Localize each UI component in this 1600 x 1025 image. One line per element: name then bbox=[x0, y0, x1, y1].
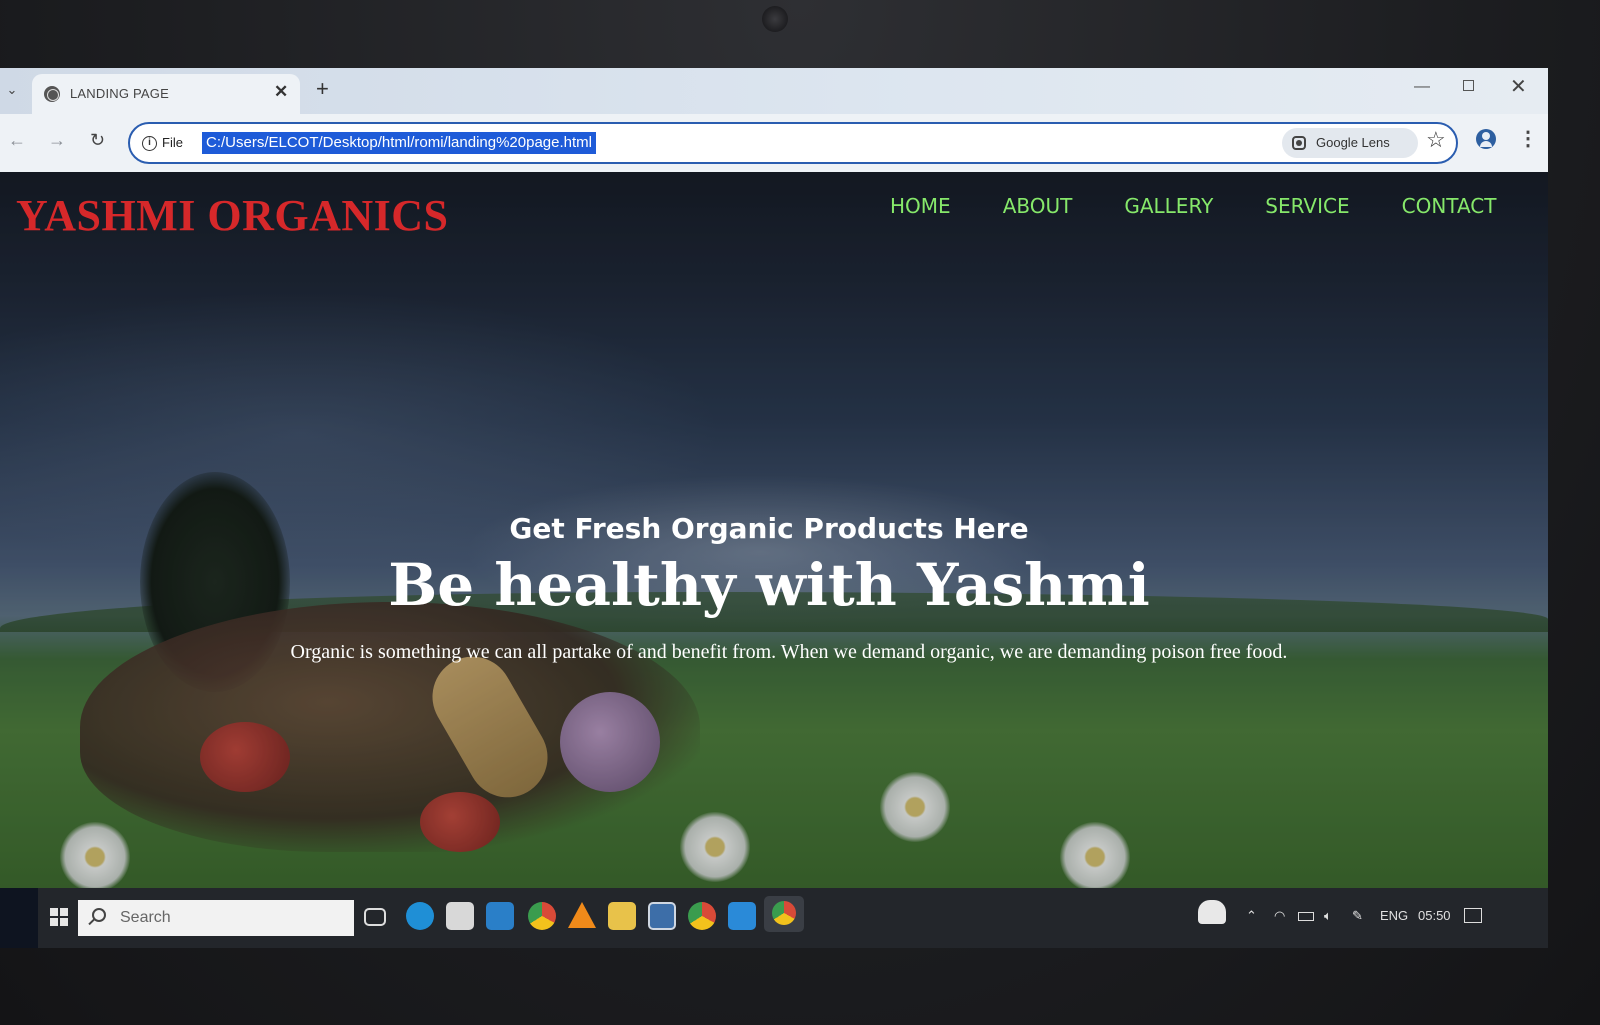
info-icon[interactable]: i bbox=[142, 136, 157, 151]
hero-subtitle: Get Fresh Organic Products Here bbox=[509, 512, 1029, 545]
lens-icon bbox=[1292, 136, 1306, 150]
hero-section: Get Fresh Organic Products Here Be healt… bbox=[0, 512, 1548, 664]
profile-icon[interactable] bbox=[1476, 129, 1496, 149]
windows-taskbar: Search ⌃ ◠ 🔈︎ ✎ ENG 05:50 bbox=[38, 888, 1548, 948]
chevron-up-icon[interactable]: ⌃ bbox=[1246, 908, 1257, 924]
clock-time[interactable]: 05:50 bbox=[1418, 908, 1451, 923]
forward-arrow-icon[interactable]: → bbox=[48, 130, 66, 151]
url-text[interactable]: C:/Users/ELCOT/Desktop/html/romi/landing… bbox=[202, 132, 596, 154]
battery-icon[interactable] bbox=[1298, 912, 1314, 921]
page-viewport: YASHMI ORGANICS HOME ABOUT GALLERY SERVI… bbox=[0, 172, 1548, 888]
browser-toolbar: ← → ↻ i File C:/Users/ELCOT/Desktop/html… bbox=[0, 114, 1548, 172]
wifi-icon[interactable]: ◠ bbox=[1274, 908, 1285, 924]
search-icon bbox=[92, 908, 106, 922]
volume-icon[interactable]: 🔈︎ bbox=[1324, 908, 1332, 924]
taskbar-search-box[interactable]: Search bbox=[78, 900, 354, 936]
search-placeholder: Search bbox=[120, 909, 171, 926]
pen-icon[interactable]: ✎ bbox=[1352, 908, 1363, 924]
chrome-icon bbox=[772, 901, 796, 925]
brand-logo[interactable]: YASHMI ORGANICS bbox=[16, 190, 449, 241]
photos-icon[interactable] bbox=[648, 902, 676, 930]
minimize-icon[interactable]: — bbox=[1414, 78, 1430, 96]
vlc-icon[interactable] bbox=[568, 902, 596, 928]
reload-icon[interactable]: ↻ bbox=[90, 130, 105, 151]
nav-service-link[interactable]: SERVICE bbox=[1265, 194, 1349, 218]
nav-home-link[interactable]: HOME bbox=[890, 194, 951, 218]
tab-landing-page[interactable]: LANDING PAGE ✕ bbox=[32, 74, 300, 114]
webcam bbox=[762, 6, 788, 32]
tab-title: LANDING PAGE bbox=[70, 86, 169, 101]
globe-icon bbox=[44, 86, 60, 102]
nav-gallery-link[interactable]: GALLERY bbox=[1124, 194, 1213, 218]
site-header: YASHMI ORGANICS HOME ABOUT GALLERY SERVI… bbox=[0, 172, 1548, 282]
hero-description: Organic is something we can all partake … bbox=[290, 641, 1288, 663]
restore-icon[interactable] bbox=[1463, 80, 1474, 91]
google-lens-label: Google Lens bbox=[1316, 135, 1390, 150]
windows-start-icon[interactable] bbox=[50, 908, 68, 926]
notification-icon[interactable] bbox=[1464, 908, 1482, 923]
weather-icon[interactable] bbox=[1198, 900, 1226, 924]
task-view-icon[interactable] bbox=[364, 908, 386, 926]
edge-icon[interactable] bbox=[406, 902, 434, 930]
tab-search-chevron-icon[interactable]: ⌄ bbox=[2, 82, 22, 102]
close-icon[interactable]: ✕ bbox=[1510, 74, 1527, 99]
hero-title: Be healthy with Yashmi bbox=[388, 551, 1150, 619]
back-arrow-icon[interactable]: ← bbox=[8, 130, 26, 151]
google-lens-button[interactable]: Google Lens bbox=[1282, 128, 1418, 158]
nav-contact-link[interactable]: CONTACT bbox=[1402, 194, 1497, 218]
language-indicator[interactable]: ENG bbox=[1380, 908, 1408, 923]
tab-close-icon[interactable]: ✕ bbox=[274, 82, 288, 102]
address-bar[interactable]: i File C:/Users/ELCOT/Desktop/html/romi/… bbox=[128, 122, 1458, 164]
security-chip[interactable]: File bbox=[162, 135, 183, 150]
chrome-active-app[interactable] bbox=[764, 896, 804, 932]
mail-icon[interactable] bbox=[486, 902, 514, 930]
chrome-icon[interactable] bbox=[528, 902, 556, 930]
screen: ⌄ LANDING PAGE ✕ + — ✕ ← → ↻ i File C:/U… bbox=[0, 68, 1548, 948]
chrome-icon[interactable] bbox=[688, 902, 716, 930]
store-icon[interactable] bbox=[446, 902, 474, 930]
site-nav-menu: HOME ABOUT GALLERY SERVICE CONTACT bbox=[890, 194, 1548, 218]
file-explorer-icon[interactable] bbox=[608, 902, 636, 930]
vscode-icon[interactable] bbox=[728, 902, 756, 930]
new-tab-button[interactable]: + bbox=[316, 76, 329, 102]
kebab-menu-icon[interactable]: ⋮ bbox=[1518, 126, 1538, 151]
tab-strip: ⌄ LANDING PAGE ✕ + — ✕ bbox=[0, 68, 1548, 114]
bookmark-star-icon[interactable]: ☆ bbox=[1426, 127, 1446, 153]
nav-about-link[interactable]: ABOUT bbox=[1003, 194, 1073, 218]
